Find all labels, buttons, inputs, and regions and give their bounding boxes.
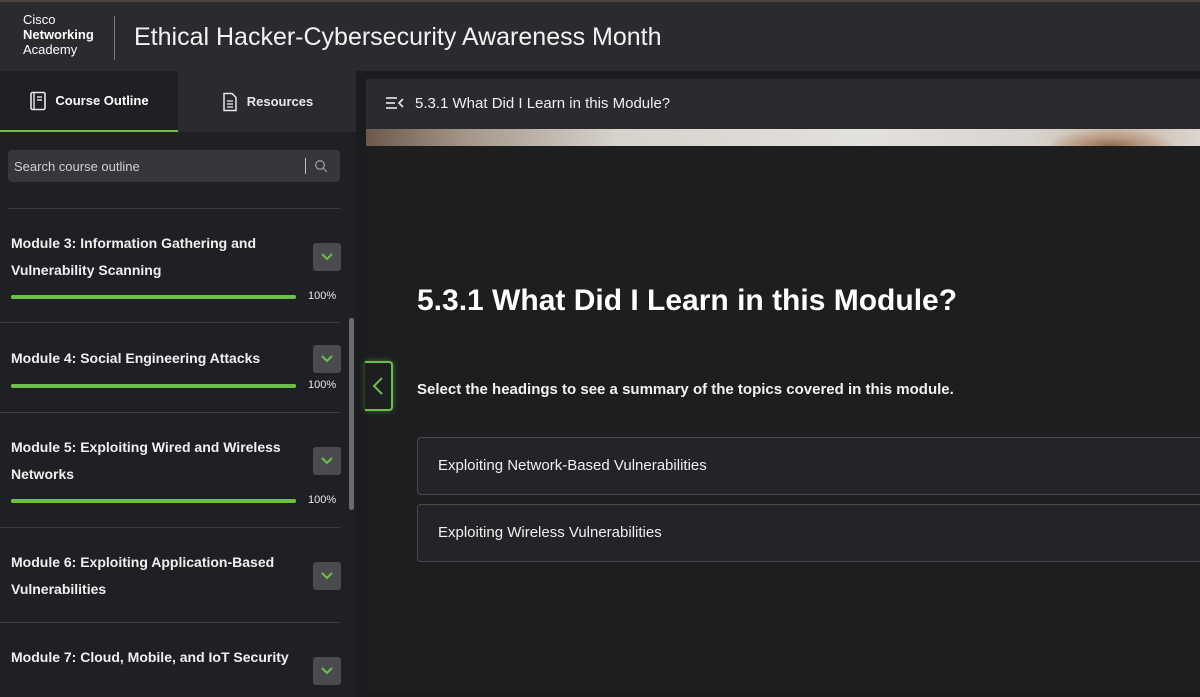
app-header: Cisco Networking Academy Ethical Hacker-… [0, 0, 1200, 71]
sidebar-scrollbar[interactable] [349, 318, 354, 510]
expand-module-7-button[interactable] [313, 657, 341, 685]
header-divider [114, 16, 115, 60]
search-box [8, 150, 340, 182]
logo-line-1: Cisco [23, 12, 56, 27]
tab-resources-label: Resources [246, 94, 314, 109]
expand-module-5-button[interactable] [313, 447, 341, 475]
tab-course-outline-label: Course Outline [55, 93, 149, 108]
progress-bar [11, 499, 296, 503]
module-item-6[interactable]: Module 6: Exploiting Application-Based V… [0, 528, 341, 623]
sidebar-tabs: Course Outline Resources [0, 71, 356, 132]
content-top-bar: 5.3.1 What Did I Learn in this Module? [366, 79, 1200, 129]
module-title: Module 5: Exploiting Wired and Wireless … [11, 439, 281, 482]
search-input[interactable] [8, 150, 305, 182]
tab-resources[interactable]: Resources [178, 71, 356, 132]
chevron-down-icon [321, 355, 333, 363]
module-item-7[interactable]: Module 7: Cloud, Mobile, and IoT Securit… [0, 623, 341, 697]
module-title: Module 4: Social Engineering Attacks [11, 350, 261, 366]
progress-bar [11, 384, 296, 388]
menu-collapse-icon[interactable] [386, 96, 404, 110]
page-intro-text: Select the headings to see a summary of … [417, 381, 954, 398]
accordion-label: Exploiting Wireless Vulnerabilities [438, 524, 662, 541]
module-item-5[interactable]: Module 5: Exploiting Wired and Wireless … [0, 413, 341, 528]
progress-label: 100% [308, 290, 337, 302]
chevron-down-icon [321, 667, 333, 675]
chevron-down-icon [321, 457, 333, 465]
module-item-4[interactable]: Module 4: Social Engineering Attacks 100… [0, 323, 341, 413]
module-title: Module 6: Exploiting Application-Based V… [11, 554, 275, 597]
progress-label: 100% [308, 494, 337, 506]
search-separator [305, 158, 306, 174]
expand-module-4-button[interactable] [313, 345, 341, 373]
expand-module-3-button[interactable] [313, 243, 341, 271]
search-icon[interactable] [314, 159, 328, 173]
course-title: Ethical Hacker-Cybersecurity Awareness M… [134, 23, 662, 51]
accordion-label: Exploiting Network-Based Vulnerabilities [438, 457, 707, 474]
main-content: 5.3.1 What Did I Learn in this Module? 5… [366, 79, 1200, 691]
logo-line-3: Academy [23, 42, 78, 57]
progress-label: 100% [308, 379, 337, 391]
content-bar-title: 5.3.1 What Did I Learn in this Module? [415, 95, 671, 112]
accordion-wireless-vulnerabilities[interactable]: Exploiting Wireless Vulnerabilities [417, 504, 1200, 562]
chevron-down-icon [321, 572, 333, 580]
document-icon [223, 92, 237, 111]
chevron-left-icon [372, 377, 383, 395]
course-sidebar: Course Outline Resources Module 3: Infor… [0, 71, 356, 697]
chevron-down-icon [321, 253, 333, 261]
accordion-network-based-vulnerabilities[interactable]: Exploiting Network-Based Vulnerabilities [417, 437, 1200, 495]
progress-bar [11, 295, 296, 299]
tab-course-outline[interactable]: Course Outline [0, 71, 178, 132]
module-title: Module 3: Information Gathering and Vuln… [11, 235, 256, 278]
module-title: Module 7: Cloud, Mobile, and IoT Securit… [11, 649, 289, 665]
logo-line-2: Networking [23, 27, 94, 42]
book-icon [30, 91, 47, 110]
module-item-3[interactable]: Module 3: Information Gathering and Vuln… [0, 209, 341, 323]
expand-module-6-button[interactable] [313, 562, 341, 590]
page-title: 5.3.1 What Did I Learn in this Module? [417, 284, 958, 317]
hero-image-figure [1046, 129, 1176, 146]
cisco-networking-academy-logo[interactable]: Cisco Networking Academy [23, 12, 94, 57]
collapse-sidebar-button[interactable] [365, 361, 393, 411]
